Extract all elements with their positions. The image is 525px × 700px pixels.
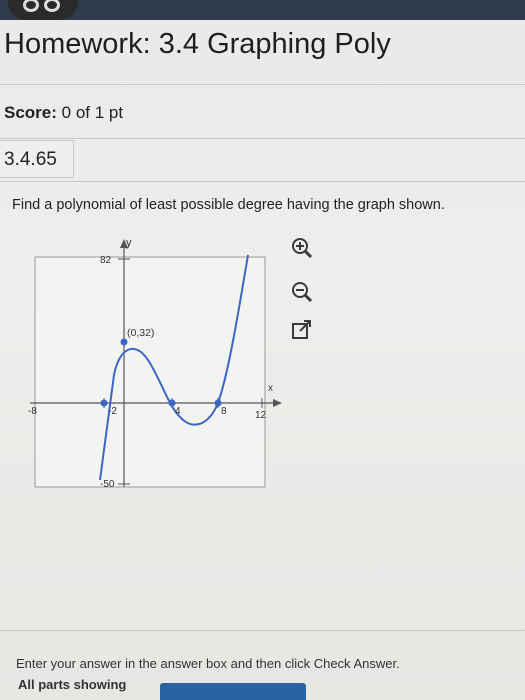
footer-instruction: Enter your answer in the answer box and … [16,656,400,671]
divider [0,84,525,85]
graph-frame [34,256,266,488]
point-label: (0,32) [127,327,154,339]
divider [0,181,525,182]
x-tick-label-4: 4 [175,406,181,417]
zoom-in-icon[interactable] [290,236,314,260]
question-number: 3.4.65 [0,140,74,178]
zoom-out-icon[interactable] [290,280,314,304]
page-title: Homework: 3.4 Graphing Poly [4,28,391,60]
y-axis-label: y [126,237,132,249]
y-tick-label-max: 82 [100,255,112,266]
divider [0,138,525,139]
parts-showing-label: All parts showing [18,677,127,692]
y-intercept-point [120,338,128,346]
score-value: 0 of 1 pt [61,103,124,122]
x-tick-label-8: 8 [221,406,227,417]
root-point-neg2 [100,399,108,407]
x-tick-label-min: -8 [28,406,37,417]
y-tick-label-min: -50 [100,479,115,490]
polynomial-graph: y x 82 -50 -8 -2 4 8 12 (0,32) [28,237,282,490]
score: Score: 0 of 1 pt [4,103,123,123]
x-tick-label-max: 12 [255,410,267,421]
logo [8,0,78,20]
answer-toolbar[interactable] [160,683,306,700]
top-bar [0,0,525,20]
x-axis-label: x [268,383,273,394]
divider [0,630,525,631]
popout-icon[interactable] [290,318,314,342]
x-axis-arrow [273,399,282,407]
x-tick-label-neg2: -2 [108,406,117,417]
score-label: Score: [4,103,57,122]
question-prompt: Find a polynomial of least possible degr… [12,197,445,213]
